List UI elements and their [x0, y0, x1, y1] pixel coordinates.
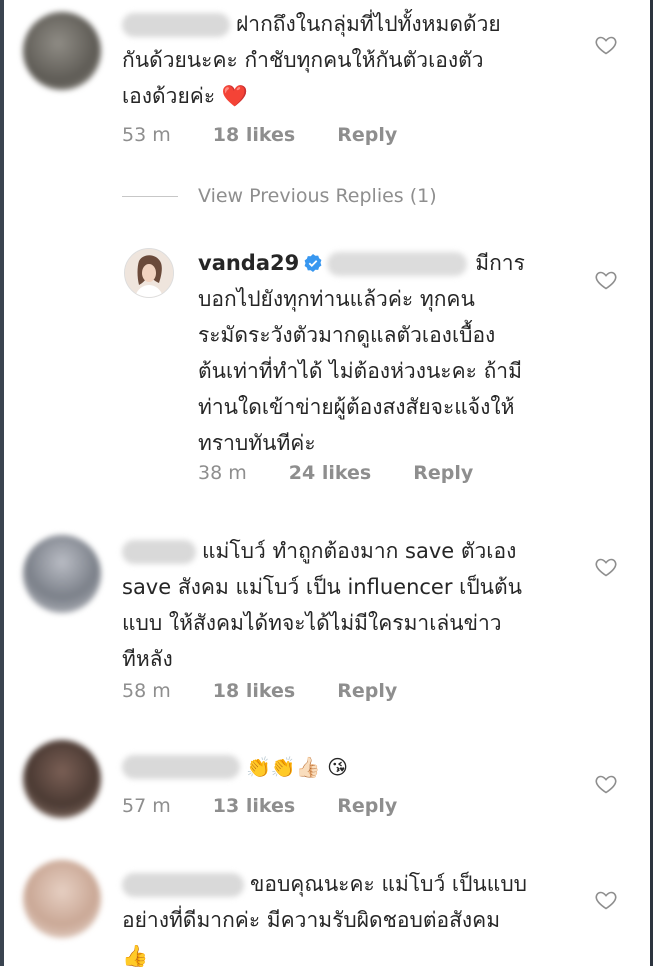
- comment-meta: 53 m 18 likes Reply: [122, 124, 433, 146]
- reply-button[interactable]: Reply: [413, 462, 473, 484]
- reply-button[interactable]: Reply: [337, 124, 397, 146]
- window-frame-left: [0, 0, 4, 966]
- comment-meta: 57 m 13 likes Reply: [122, 795, 433, 817]
- avatar[interactable]: [23, 12, 101, 90]
- reply-text-line: ทราบทันทีค่ะ: [198, 431, 316, 455]
- comment-time: 58 m: [122, 680, 171, 702]
- reply-text-line: บอกไปยังทุกท่านแล้วค่ะ ทุกคน: [198, 287, 475, 311]
- reply-button[interactable]: Reply: [337, 795, 397, 817]
- like-button[interactable]: [594, 772, 618, 796]
- likes-count[interactable]: 13 likes: [213, 795, 295, 817]
- reply-text-line: ท่านใดเข้าข่ายผู้ต้องสงสัยจะแจ้งให้: [198, 395, 515, 419]
- avatar[interactable]: [124, 248, 174, 298]
- like-button[interactable]: [594, 268, 618, 292]
- heart-outline-icon: [595, 36, 617, 55]
- likes-count[interactable]: 24 likes: [289, 462, 371, 484]
- heart-outline-icon: [595, 271, 617, 290]
- comment-text: 👏👏👍🏻 😘: [122, 748, 582, 785]
- comment-text-line: กันด้วยนะคะ กำชับทุกคนให้กันตัวเองตัว: [122, 48, 484, 72]
- comment-text: ขอบคุณนะคะ แม่โบว์ เป็นแบบ อย่างที่ดีมาก…: [122, 866, 582, 974]
- comment-text-line: 👍: [122, 944, 149, 968]
- reply-text: vanda29 มีการ บอกไปยังทุกท่านแล้วค่ะ ทุกค…: [198, 245, 578, 461]
- comment-meta: 58 m 18 likes Reply: [122, 680, 433, 702]
- blurred-mention[interactable]: [327, 252, 468, 276]
- heart-outline-icon: [595, 775, 617, 794]
- reply-text-line: ระมัดระวังตัวมากดูแลตัวเองเบื้อง: [198, 323, 496, 347]
- comment-text: ฝากถึงในกลุ่มที่ไปทั้งหมดด้วย กันด้วยนะค…: [122, 6, 582, 114]
- comment-time: 53 m: [122, 124, 171, 146]
- avatar[interactable]: [23, 860, 101, 938]
- reply-text-line: มีการ: [475, 251, 525, 275]
- like-button[interactable]: [594, 33, 618, 57]
- comment-text-line: แบบ ให้สังคมได้ทจะได้ไม่มีใครมาเล่นข่าว: [122, 611, 502, 635]
- comment-text-line: อย่างที่ดีมากค่ะ มีความรับผิดชอบต่อสังคม: [122, 908, 501, 932]
- comment-text: แม่โบว์ ทำถูกต้องมาก save ตัวเอง save สั…: [122, 533, 582, 677]
- comment-text-line: save สังคม แม่โบว์ เป็น influencer เป็นต…: [122, 575, 523, 599]
- comment-text-line: ฝากถึงในกลุ่มที่ไปทั้งหมดด้วย: [236, 12, 501, 36]
- heart-outline-icon: [595, 558, 617, 577]
- verified-badge-icon: [303, 248, 323, 272]
- heart-outline-icon: [595, 891, 617, 910]
- blurred-username[interactable]: [122, 13, 230, 37]
- comment-text-line: ทีหลัง: [122, 647, 173, 671]
- comment-time: 57 m: [122, 795, 171, 817]
- reply-text-line: ต้นเท่าที่ทำได้ ไม่ต้องห่วงนะคะ ถ้ามี: [198, 359, 522, 383]
- reply-button[interactable]: Reply: [337, 680, 397, 702]
- likes-count[interactable]: 18 likes: [213, 124, 295, 146]
- avatar[interactable]: [23, 740, 101, 818]
- comment-text-line: แม่โบว์ ทำถูกต้องมาก save ตัวเอง: [202, 539, 517, 563]
- likes-count[interactable]: 18 likes: [213, 680, 295, 702]
- replies-divider: [122, 196, 178, 197]
- like-button[interactable]: [594, 888, 618, 912]
- comment-text-line: ขอบคุณนะคะ แม่โบว์ เป็นแบบ: [250, 872, 527, 896]
- blurred-username[interactable]: [122, 540, 196, 564]
- comment-time: 38 m: [198, 462, 247, 484]
- profile-photo: [125, 249, 173, 297]
- emoji-reaction: 👏👏👍🏻 😘: [246, 755, 348, 779]
- avatar[interactable]: [23, 535, 101, 613]
- reply-username[interactable]: vanda29: [198, 251, 299, 275]
- blurred-username[interactable]: [122, 873, 244, 897]
- blurred-username[interactable]: [122, 755, 240, 779]
- like-button[interactable]: [594, 555, 618, 579]
- comment-text-line: เองด้วยค่ะ ❤️: [122, 84, 248, 108]
- view-previous-replies-link[interactable]: View Previous Replies (1): [198, 185, 437, 207]
- reply-meta: 38 m 24 likes Reply: [198, 462, 509, 484]
